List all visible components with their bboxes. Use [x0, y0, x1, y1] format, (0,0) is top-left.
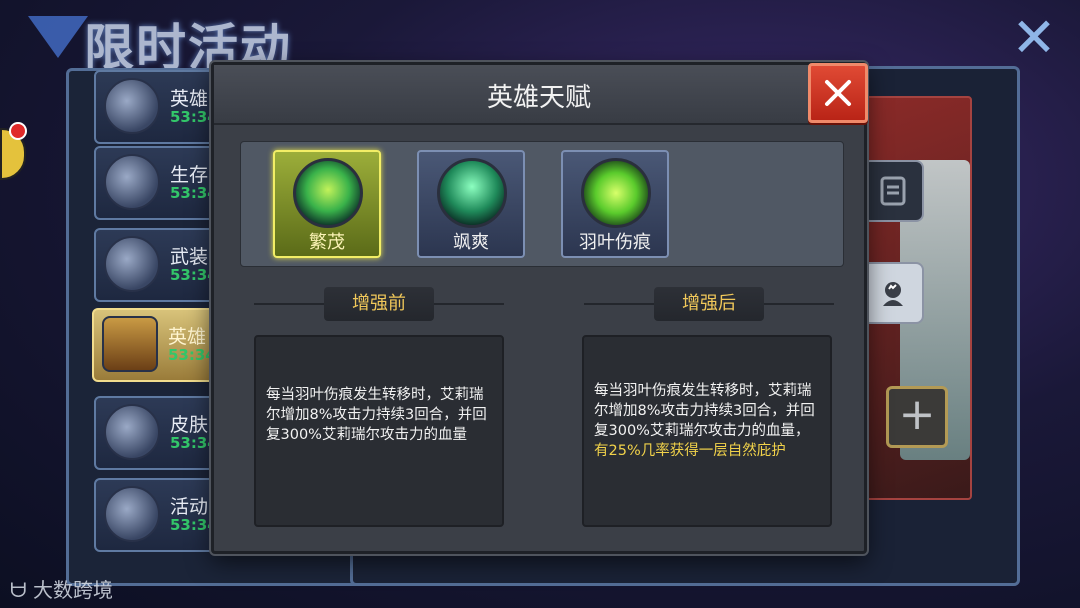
dialog-header: 英雄天赋	[214, 65, 864, 125]
dialog-title: 英雄天赋	[486, 83, 591, 113]
talent-label: 羽叶伤痕	[579, 232, 651, 253]
crate-icon	[104, 154, 160, 210]
talent-tab-flourish[interactable]: 繁茂	[273, 150, 381, 258]
sidebar-item-label: 活动	[170, 496, 209, 518]
after-description-highlight: 有25%几率获得一层自然庇护	[594, 443, 786, 459]
watermark-logo-icon: ᗨ	[10, 578, 33, 602]
treasure-chest-icon	[102, 316, 158, 372]
leaf-icon	[581, 158, 651, 228]
talent-tab-feather-scar[interactable]: 羽叶伤痕	[561, 150, 669, 258]
before-description-box: 每当羽叶伤痕发生转移时，艾莉瑞尔增加8%攻击力持续3回合，并回复300%艾莉瑞尔…	[254, 335, 504, 527]
talent-label: 繁茂	[309, 232, 345, 253]
before-section-header: 增强前	[254, 287, 504, 321]
sidebar-item-label: 生存	[170, 164, 209, 186]
document-icon[interactable]	[862, 160, 924, 222]
header-divider	[254, 303, 324, 305]
title-triangle-decoration	[28, 16, 88, 58]
header-divider	[764, 303, 834, 305]
close-icon	[825, 80, 851, 106]
notification-dot	[9, 122, 27, 140]
sidebar-item-label: 英雄	[170, 88, 209, 110]
hooded-hero-icon	[437, 158, 507, 228]
revolver-icon	[104, 78, 160, 134]
close-icon[interactable]: ✕	[1010, 11, 1058, 65]
talent-tab-valiant[interactable]: 飒爽	[417, 150, 525, 258]
talent-tab-strip: 繁茂 飒爽 羽叶伤痕	[240, 141, 844, 267]
header-divider	[584, 303, 654, 305]
after-description-text: 每当羽叶伤痕发生转移时，艾莉瑞尔增加8%攻击力持续3回合，并回复300%艾莉瑞尔…	[594, 381, 822, 461]
hero-profile-icon[interactable]	[862, 262, 924, 324]
megaphone-icon	[104, 486, 160, 542]
watermark-text: 大数跨境	[32, 578, 113, 602]
after-section-header: 增强后	[584, 287, 834, 321]
sidebar-item-label: 英雄	[168, 326, 207, 348]
after-description-box: 每当羽叶伤痕发生转移时，艾莉瑞尔增加8%攻击力持续3回合，并回复300%艾莉瑞尔…	[582, 335, 832, 527]
sidebar-item-label: 皮肤	[170, 414, 209, 436]
after-header-label: 增强后	[654, 287, 764, 321]
watermark: ᗨ 大数跨境	[10, 574, 113, 603]
coins-icon	[104, 236, 160, 292]
gift-chest-icon	[104, 404, 160, 460]
dialog-close-button[interactable]	[808, 63, 868, 123]
before-description-text: 每当羽叶伤痕发生转移时，艾莉瑞尔增加8%攻击力持续3回合，并回复300%艾莉瑞尔…	[266, 387, 487, 443]
before-header-label: 增强前	[324, 287, 434, 321]
sidebar-item-label: 武装	[170, 246, 209, 268]
after-description-base: 每当羽叶伤痕发生转移时，艾莉瑞尔增加8%攻击力持续3回合，并回复300%艾莉瑞尔…	[594, 383, 815, 439]
hero-talent-dialog: 英雄天赋 繁茂 飒爽 羽叶伤痕 增强前 每当羽叶伤痕发生转移时，艾莉瑞尔增加8%…	[211, 62, 868, 554]
header-divider	[434, 303, 504, 305]
sidebar-item-timer: 53:34	[168, 346, 216, 364]
leaf-blade-icon	[293, 158, 363, 228]
add-button[interactable]: +	[886, 386, 948, 448]
talent-label: 飒爽	[453, 232, 489, 253]
